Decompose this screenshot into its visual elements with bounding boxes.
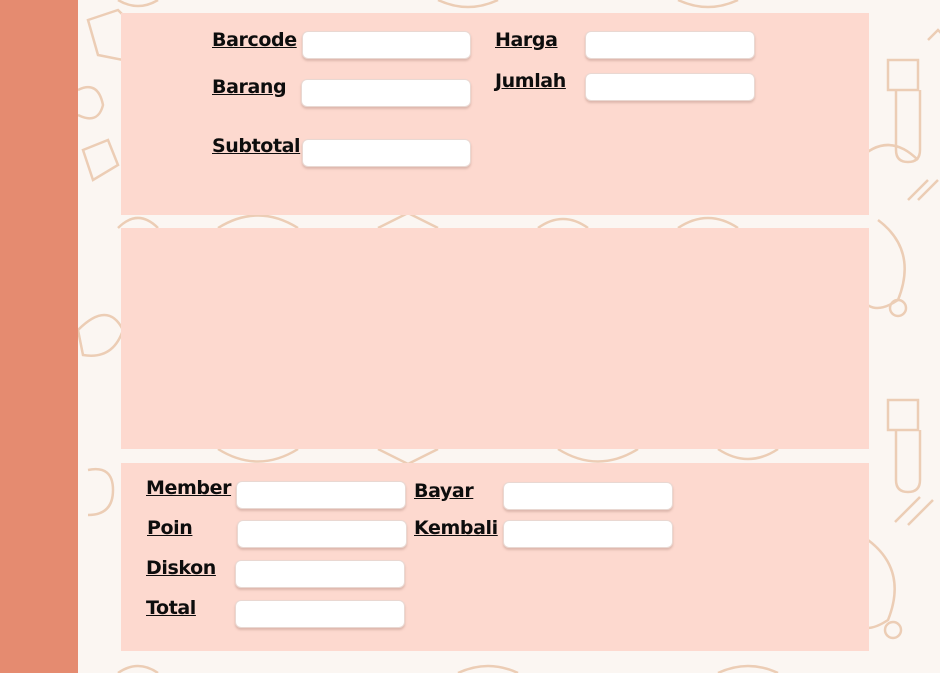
barang-label: Barang (212, 76, 287, 98)
bayar-label: Bayar (414, 480, 474, 502)
diskon-input[interactable] (235, 560, 405, 588)
poin-input[interactable] (237, 520, 407, 548)
sidebar (0, 0, 78, 673)
poin-label: Poin (147, 517, 193, 539)
total-label: Total (146, 597, 196, 619)
harga-input[interactable] (585, 31, 755, 59)
payment-panel (121, 463, 869, 651)
subtotal-label: Subtotal (212, 135, 301, 157)
items-list-area (121, 228, 869, 449)
barang-input[interactable] (301, 79, 471, 107)
kembali-input[interactable] (503, 520, 673, 548)
barcode-input[interactable] (302, 31, 471, 59)
barcode-label: Barcode (212, 29, 297, 51)
jumlah-label: Jumlah (495, 70, 566, 92)
total-input[interactable] (235, 600, 405, 628)
member-label: Member (146, 477, 232, 499)
diskon-label: Diskon (146, 557, 216, 579)
harga-label: Harga (495, 29, 558, 51)
subtotal-input[interactable] (302, 139, 471, 167)
kembali-label: Kembali (414, 517, 498, 539)
jumlah-input[interactable] (585, 73, 755, 101)
bayar-input[interactable] (503, 482, 673, 510)
member-input[interactable] (236, 481, 406, 509)
